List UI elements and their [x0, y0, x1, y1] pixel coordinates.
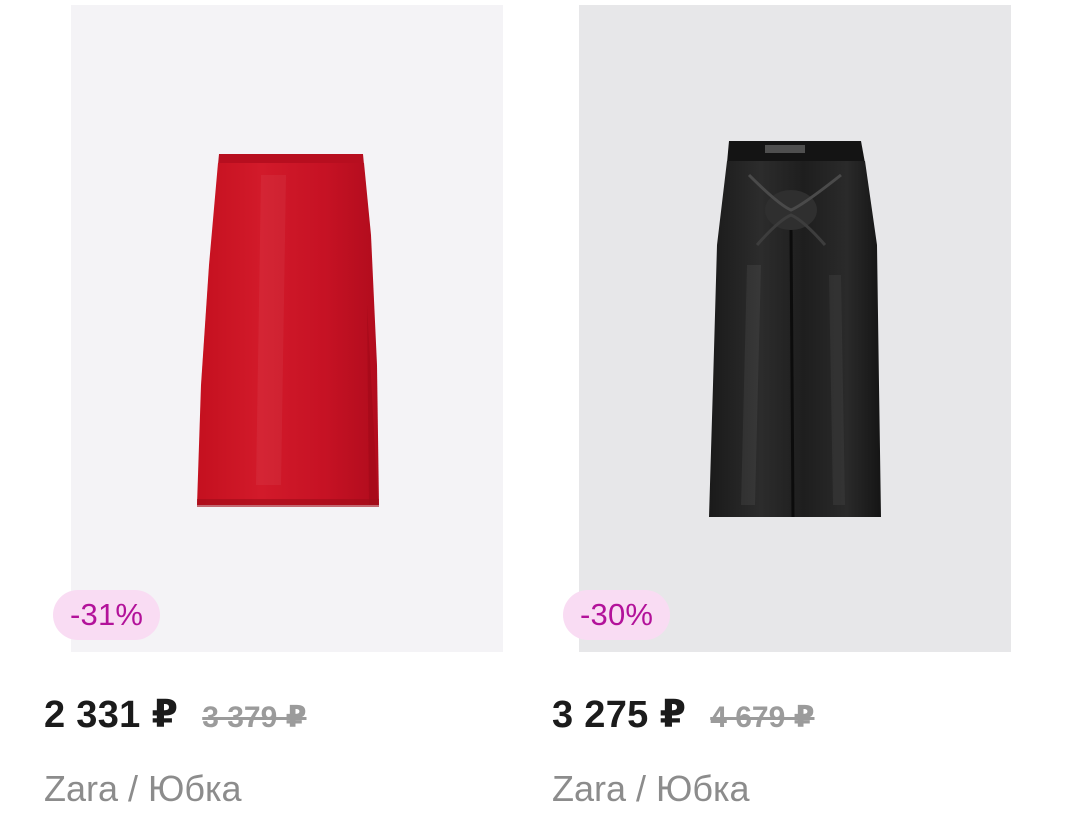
price-row: 2 331 ₽ 3 379 ₽ [44, 692, 307, 737]
current-price: 3 275 ₽ [552, 694, 687, 736]
product-grid: -31% 2 331 ₽ 3 379 ₽ Zara / Юбка -30% 3 2… [0, 0, 1080, 830]
product-image[interactable] [71, 5, 503, 652]
product-card[interactable]: -30% 3 275 ₽ 4 679 ₽ Zara / Юбка [552, 0, 1011, 830]
old-price: 4 679 ₽ [710, 701, 815, 734]
black-skirt-icon [709, 141, 881, 518]
product-title[interactable]: Zara / Юбка [44, 768, 242, 810]
price-row: 3 275 ₽ 4 679 ₽ [552, 692, 815, 737]
red-skirt-icon [197, 154, 379, 507]
product-image[interactable] [579, 5, 1011, 652]
discount-badge: -30% [563, 590, 671, 640]
product-title[interactable]: Zara / Юбка [552, 768, 750, 810]
discount-badge: -31% [53, 590, 161, 640]
old-price: 3 379 ₽ [202, 701, 307, 734]
product-card[interactable]: -31% 2 331 ₽ 3 379 ₽ Zara / Юбка [44, 0, 503, 830]
current-price: 2 331 ₽ [44, 694, 179, 736]
